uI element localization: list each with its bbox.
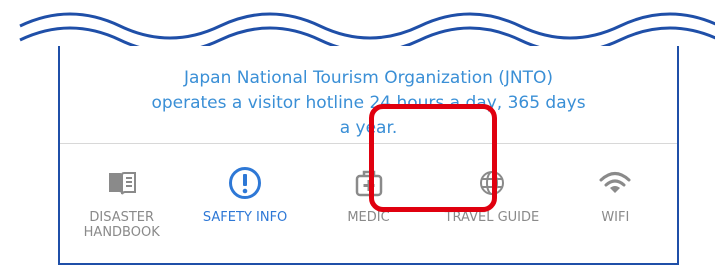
message-line-1: Japan National Tourism Organization (JNT… — [183, 68, 554, 88]
nav-label-wifi: WIFI — [601, 210, 630, 225]
nav-label-safety-info: SAFETY INFO — [202, 210, 288, 225]
wifi-icon — [595, 166, 635, 200]
nav-item-safety-info[interactable]: SAFETY INFO — [183, 144, 306, 262]
highlight-box — [369, 104, 497, 212]
message-line-2: operates a visitor hotline 24 hours a da… — [151, 93, 586, 113]
book-icon — [102, 166, 142, 200]
exclamation-circle-icon — [225, 166, 265, 200]
nav-label-disaster-handbook: DISASTER HANDBOOK — [83, 210, 160, 240]
nav-item-disaster-handbook[interactable]: DISASTER HANDBOOK — [60, 144, 183, 262]
nav-label-travel-guide: TRAVEL GUIDE — [444, 210, 540, 225]
nav-item-wifi[interactable]: WIFI — [554, 144, 677, 262]
nav-label-medic: MEDIC — [347, 210, 390, 225]
